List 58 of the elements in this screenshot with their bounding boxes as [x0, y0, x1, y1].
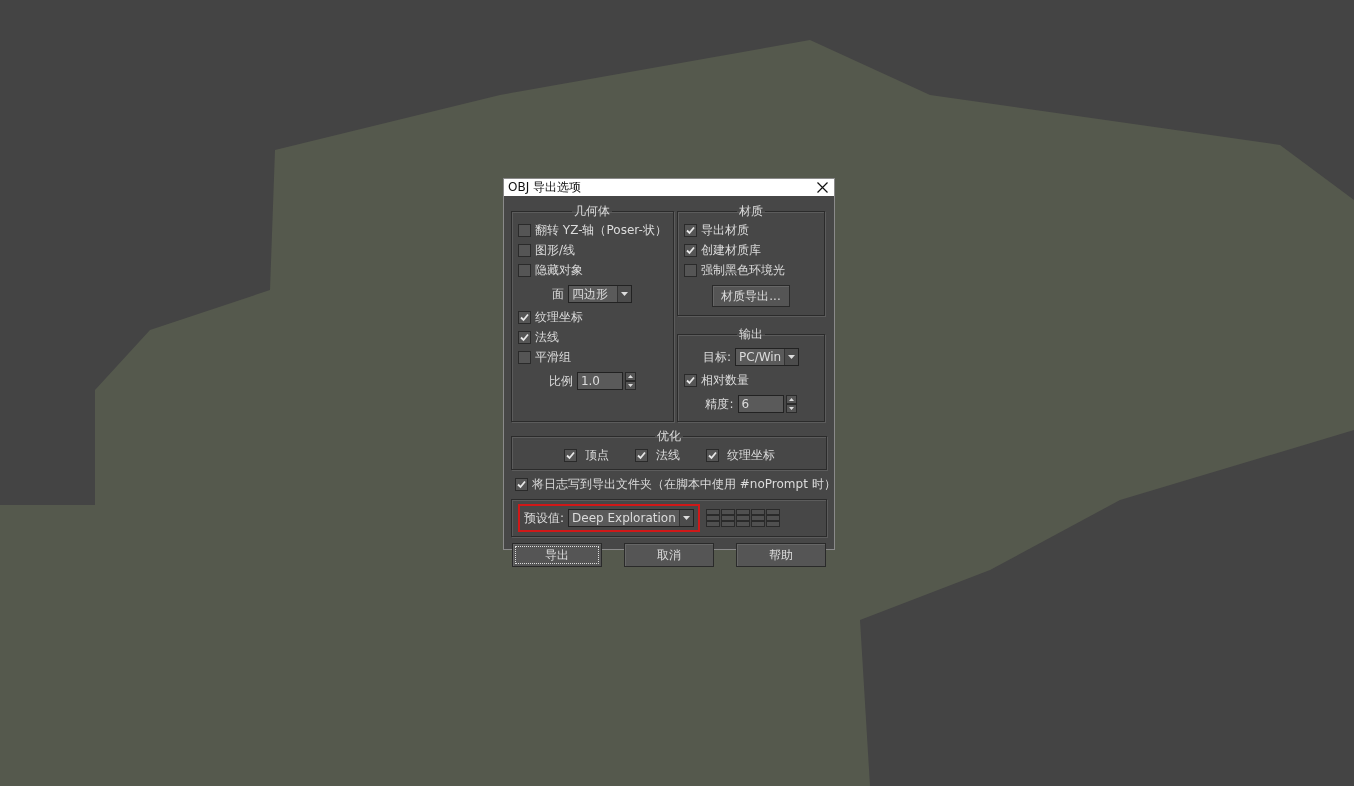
preset-dropdown[interactable]: Deep Exploration: [568, 509, 695, 527]
checkbox-label: 翻转 YZ-轴（Poser-状）: [535, 222, 667, 239]
checkbox[interactable]: [518, 351, 531, 364]
checkbox[interactable]: [563, 449, 577, 462]
checkbox-label: 顶点: [584, 447, 609, 464]
checkbox[interactable]: [518, 331, 531, 344]
checkbox-label: 法线: [535, 329, 559, 346]
checkbox[interactable]: [705, 449, 719, 462]
checkbox-label: 纹理坐标: [726, 447, 775, 464]
dialog-button[interactable]: 取消: [624, 543, 714, 567]
dropdown-value: 四边形: [572, 285, 609, 303]
checkbox[interactable]: [518, 244, 531, 257]
checkbox-label: 法线: [655, 447, 680, 464]
checkbox[interactable]: [684, 244, 697, 257]
checkbox-label: 将日志写到导出文件夹（在脚本中使用 #noPrompt 时）: [532, 476, 836, 493]
checkbox[interactable]: [684, 224, 697, 237]
dropdown[interactable]: 四边形: [568, 285, 633, 303]
dropdown-value: PC/Win: [739, 350, 782, 364]
checkbox-label: 图形/线: [535, 242, 576, 259]
dropdown-label: 面: [552, 285, 565, 303]
material-export-button[interactable]: 材质导出...: [712, 285, 790, 307]
window-title: OBJ 导出选项: [508, 179, 582, 196]
group-title: 优化: [656, 428, 682, 445]
checkbox-label: 平滑组: [535, 349, 571, 366]
checkbox[interactable]: [634, 449, 648, 462]
caret-icon[interactable]: [679, 510, 694, 526]
checkbox[interactable]: [684, 374, 697, 387]
checkbox[interactable]: [515, 478, 528, 491]
dropdown-value: Deep Exploration: [572, 511, 676, 525]
checkbox[interactable]: [684, 264, 697, 277]
checkbox-label: 相对数量: [701, 372, 749, 389]
close-icon[interactable]: [817, 182, 828, 193]
spinner-arrows-icon[interactable]: [785, 395, 797, 413]
group-title: 几何体: [573, 203, 612, 220]
number-field[interactable]: 1.0: [576, 372, 623, 390]
dropdown-label: 目标:: [702, 348, 731, 366]
caret-icon[interactable]: [617, 286, 632, 302]
dialog-button[interactable]: 帮助: [736, 543, 826, 567]
caret-icon[interactable]: [784, 349, 798, 365]
preset-label: 预设值:: [524, 509, 565, 527]
dialog-button[interactable]: 导出: [512, 543, 602, 567]
spinner-label: 精度:: [705, 395, 734, 413]
group-title: 材质: [738, 203, 764, 220]
checkbox-label: 隐藏对象: [535, 262, 583, 279]
checkbox-label: 创建材质库: [701, 242, 761, 259]
number-value: 1.0: [580, 374, 600, 388]
checkbox[interactable]: [518, 264, 531, 277]
checkbox[interactable]: [518, 224, 531, 237]
spinner-arrows-icon[interactable]: [624, 372, 636, 390]
checkbox[interactable]: [518, 311, 531, 324]
number-value: 6: [741, 397, 750, 411]
checkbox-label: 强制黑色环境光: [701, 262, 785, 279]
group-title: 输出: [738, 326, 764, 343]
spinner-label: 比例: [548, 372, 573, 390]
dropdown[interactable]: PC/Win: [735, 348, 799, 366]
checkbox-label: 纹理坐标: [535, 309, 583, 326]
checkbox-label: 导出材质: [701, 222, 749, 239]
number-field[interactable]: 6: [737, 395, 784, 413]
